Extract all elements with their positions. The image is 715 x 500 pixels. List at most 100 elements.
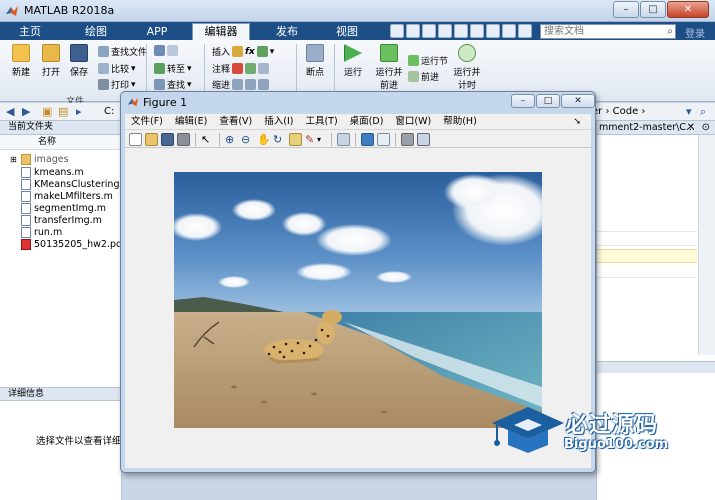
minimize-button[interactable]: – — [613, 1, 639, 18]
switch-windows-icon[interactable] — [486, 24, 500, 38]
list-item[interactable]: transferImg.m — [10, 215, 102, 226]
file-name: images — [34, 154, 69, 165]
expand-icon[interactable]: ⊞ — [10, 155, 18, 164]
zoom-out-icon[interactable]: ⊖ — [241, 133, 254, 146]
editor-menu-icon[interactable]: ⊙ — [702, 122, 710, 133]
dropdown-icon[interactable] — [518, 24, 532, 38]
run-button[interactable]: 运行 — [338, 44, 368, 78]
name-column-header[interactable]: 名称 — [0, 135, 121, 150]
dock-arrow-icon[interactable]: ➘ — [567, 115, 587, 130]
path-dropdown-icon[interactable]: ▾ — [686, 105, 692, 118]
tab-view[interactable]: 视图 — [320, 24, 374, 40]
fx-button[interactable]: fx — [245, 47, 255, 57]
brush-dropdown-icon[interactable]: ▾ — [317, 133, 330, 146]
close-button[interactable]: ✕ — [667, 1, 709, 18]
maximize-button[interactable]: □ — [640, 1, 666, 18]
save-figure-icon[interactable] — [161, 133, 174, 146]
data-cursor-icon[interactable] — [289, 133, 302, 146]
legend-icon[interactable] — [377, 133, 390, 146]
tab-plots[interactable]: 绘图 — [68, 24, 124, 40]
zoom-in-icon[interactable]: ⊕ — [225, 133, 238, 146]
nav-back-forward[interactable] — [154, 45, 178, 56]
run-and-time-button[interactable]: 运行并计时 — [450, 44, 484, 91]
new-button[interactable]: 新建 — [6, 44, 36, 78]
back-icon — [154, 45, 165, 56]
show-plot-tools-icon[interactable] — [417, 133, 430, 146]
smart-indent-icon — [232, 79, 244, 90]
path-separator-icon: ▸ — [76, 105, 82, 118]
menu-insert[interactable]: 插入(I) — [258, 114, 299, 129]
insert-section-icon[interactable] — [256, 46, 268, 57]
tab-apps[interactable]: APP — [130, 24, 184, 40]
list-item[interactable]: ⊞ images — [10, 154, 69, 165]
list-item[interactable]: segmentImg.m — [10, 203, 106, 214]
menu-window[interactable]: 窗口(W) — [389, 114, 437, 129]
print-figure-icon[interactable] — [177, 133, 190, 146]
redo-icon[interactable] — [470, 24, 484, 38]
list-item[interactable]: run.m — [10, 227, 62, 238]
comment-icon — [232, 63, 244, 74]
list-item[interactable]: KMeansClustering.m — [10, 179, 132, 190]
open-button[interactable]: 打开 — [36, 44, 66, 78]
list-item[interactable]: makeLMfilters.m — [10, 191, 113, 202]
pan-icon[interactable]: ✋ — [257, 133, 271, 146]
run-section-button[interactable]: 运行节 — [408, 54, 448, 67]
colorbar-icon[interactable] — [361, 133, 374, 146]
tab-publish[interactable]: 发布 — [258, 24, 316, 40]
insert-button[interactable]: 插入 fx ▾ — [212, 45, 274, 58]
breakpoints-button[interactable]: 断点 — [300, 44, 330, 78]
breakpoints-icon — [306, 44, 324, 62]
new-figure-icon[interactable] — [129, 133, 142, 146]
path-tail[interactable]: er › Code › — [592, 106, 645, 117]
menu-edit[interactable]: 编辑(E) — [169, 114, 213, 129]
open-file-icon[interactable] — [145, 133, 158, 146]
tab-editor[interactable]: 编辑器 — [192, 23, 250, 40]
advance-button[interactable]: 前进 — [408, 70, 439, 83]
matlab-logo-icon — [127, 97, 139, 107]
figure-minimize-button[interactable]: – — [511, 94, 535, 108]
forward-arrow-icon[interactable]: ▶ — [22, 105, 30, 118]
figure-close-button[interactable]: ✕ — [561, 94, 595, 108]
compare-button[interactable]: 比较 ▾ — [98, 62, 136, 75]
link-plot-icon[interactable] — [337, 133, 350, 146]
menu-desktop[interactable]: 桌面(D) — [344, 114, 390, 129]
toolbar-separator — [195, 133, 196, 146]
path-search-icon[interactable]: ⌕ — [700, 105, 706, 119]
save-icon[interactable] — [390, 24, 404, 38]
cut-icon[interactable] — [406, 24, 420, 38]
list-item[interactable]: 50135205_hw2.pdf — [10, 239, 125, 250]
login-link[interactable]: 登录 — [685, 25, 705, 40]
run-and-advance-button[interactable]: 运行并前进 — [372, 44, 406, 91]
copy-icon[interactable] — [422, 24, 436, 38]
tab-home[interactable]: 主页 — [4, 24, 56, 40]
hide-plot-tools-icon[interactable] — [401, 133, 414, 146]
find-files-button[interactable]: 查找文件 — [98, 45, 147, 58]
rotate-3d-icon[interactable]: ↻ — [273, 133, 286, 146]
find-button[interactable]: 查找 ▾ — [154, 78, 192, 91]
search-docs-input[interactable]: 搜索文档 ⌕ — [540, 24, 676, 39]
help-icon[interactable] — [502, 24, 516, 38]
print-button[interactable]: 打印 ▾ — [98, 78, 136, 91]
menu-file[interactable]: 文件(F) — [125, 114, 169, 129]
save-button[interactable]: 保存 — [64, 44, 94, 78]
paste-icon[interactable] — [438, 24, 452, 38]
menu-view[interactable]: 查看(V) — [213, 114, 258, 129]
up-folder-icon[interactable]: ▣ — [42, 105, 52, 118]
menu-tools[interactable]: 工具(T) — [299, 114, 343, 129]
menu-help[interactable]: 帮助(H) — [437, 114, 483, 129]
current-path[interactable]: C: — [104, 106, 114, 117]
undo-icon[interactable] — [454, 24, 468, 38]
editor-close-icon[interactable]: ✕ — [687, 122, 695, 133]
figure-titlebar[interactable]: Figure 1 – □ ✕ — [121, 92, 595, 112]
indent-button[interactable]: 缩进 — [212, 78, 270, 91]
current-folder-header: 当前文件夹 — [0, 121, 121, 135]
editor-scrollbar[interactable] — [698, 135, 715, 355]
browse-folder-icon[interactable]: ▤ — [58, 105, 68, 118]
comment-button[interactable]: 注释 — [212, 62, 270, 75]
list-item[interactable]: kmeans.m — [10, 167, 84, 178]
back-arrow-icon[interactable]: ◀ — [6, 105, 14, 118]
figure-maximize-button[interactable]: □ — [536, 94, 560, 108]
pointer-icon[interactable]: ↖ — [201, 133, 214, 146]
goto-button[interactable]: 转至 ▾ — [154, 62, 192, 75]
editor-file-path[interactable]: mment2-master\C... — [597, 121, 715, 135]
